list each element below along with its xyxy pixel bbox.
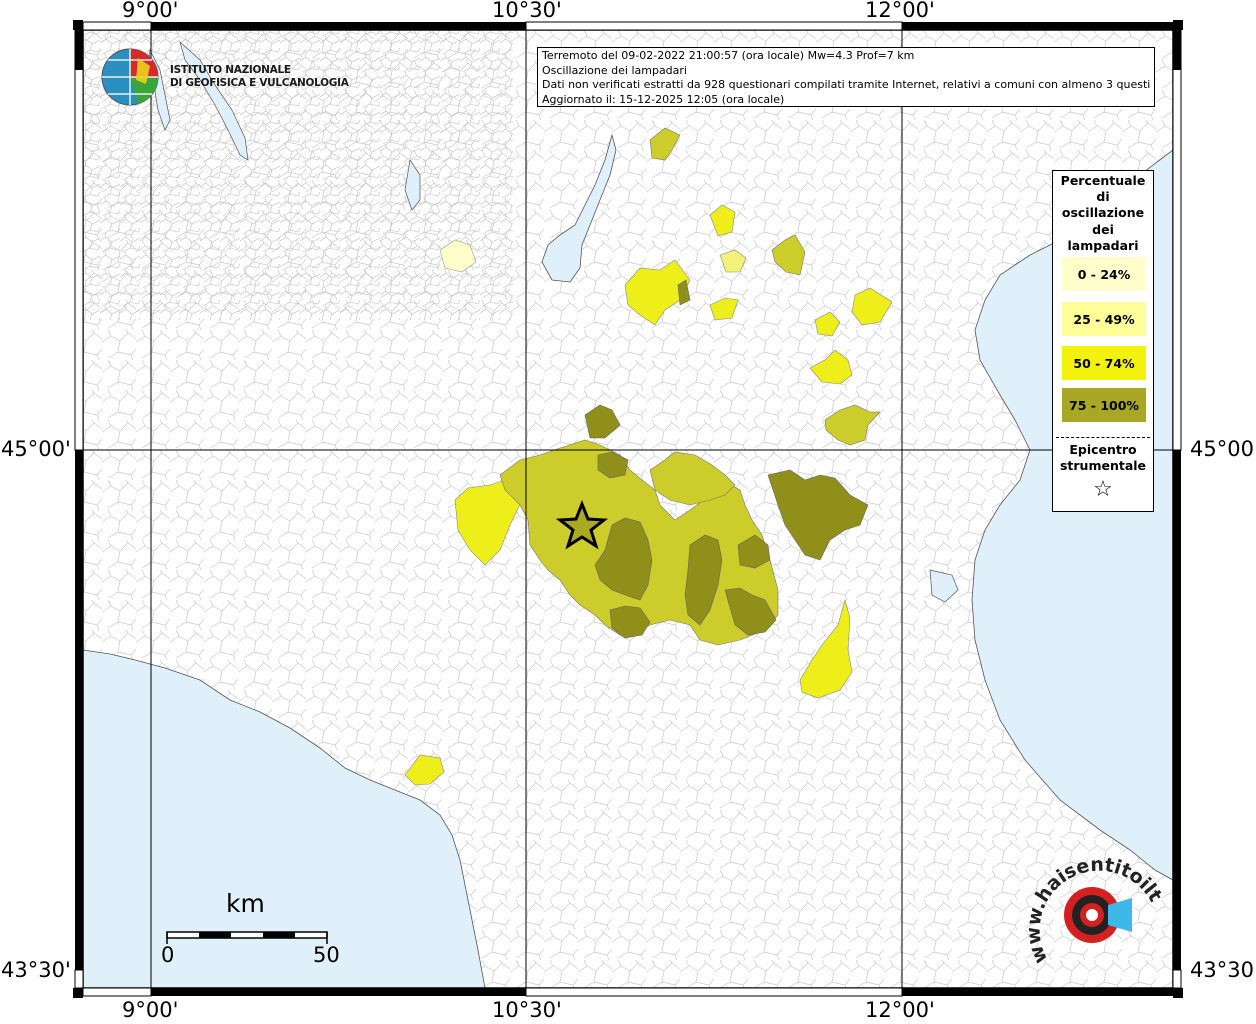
legend-class-0-24: 0 - 24% bbox=[1062, 257, 1146, 291]
axis-top-9: 9°00' bbox=[122, 0, 179, 22]
scale-unit: km bbox=[226, 889, 265, 918]
axis-right-43-30: 43°30' bbox=[1190, 958, 1256, 982]
event-info-box: Terremoto del 09-02-2022 21:00:57 (ora l… bbox=[537, 47, 1155, 107]
axis-left-43-30: 43°30' bbox=[1, 958, 71, 982]
legend-class-50-74: 50 - 74% bbox=[1062, 346, 1146, 380]
axis-bottom-10-30: 10°30' bbox=[492, 998, 562, 1022]
legend-class-75-100: 75 - 100% bbox=[1062, 388, 1146, 422]
ingv-logo-text: ISTITUTO NAZIONALE DI GEOFISICA E VULCAN… bbox=[170, 64, 349, 89]
legend-star-icon: ☆ bbox=[1093, 477, 1113, 502]
event-title: Terremoto del 09-02-2022 21:00:57 (ora l… bbox=[542, 49, 915, 62]
axis-bottom-12: 12°00' bbox=[865, 998, 935, 1022]
legend: Percentuale di oscillazione dei lampadar… bbox=[1052, 170, 1154, 512]
legend-class-25-49: 25 - 49% bbox=[1062, 302, 1146, 336]
legend-separator bbox=[1056, 437, 1150, 438]
axis-top-12: 12°00' bbox=[865, 0, 935, 22]
legend-epicenter-label: Epicentro strumentale bbox=[1059, 442, 1147, 473]
axis-left-45: 45°00' bbox=[1, 437, 71, 461]
ingv-logo-icon bbox=[101, 48, 159, 106]
intensity-map: www.haisentitoilterremoto.it ? bbox=[0, 0, 1183, 998]
scale-end: 50 bbox=[313, 943, 340, 967]
legend-title: Percentuale di oscillazione dei lampadar… bbox=[1060, 173, 1146, 253]
map-subject: Oscillazione dei lampadari bbox=[542, 63, 687, 77]
axis-bottom-9: 9°00' bbox=[122, 998, 179, 1022]
data-note: Dati non verificati estratti da 928 ques… bbox=[542, 78, 1150, 91]
axis-right-45: 45°00' bbox=[1190, 437, 1256, 461]
scale-start: 0 bbox=[161, 943, 175, 967]
updated-at: Aggiornato il: 15-12-2025 12:05 (ora loc… bbox=[542, 92, 785, 106]
axis-top-10-30: 10°30' bbox=[492, 0, 562, 22]
